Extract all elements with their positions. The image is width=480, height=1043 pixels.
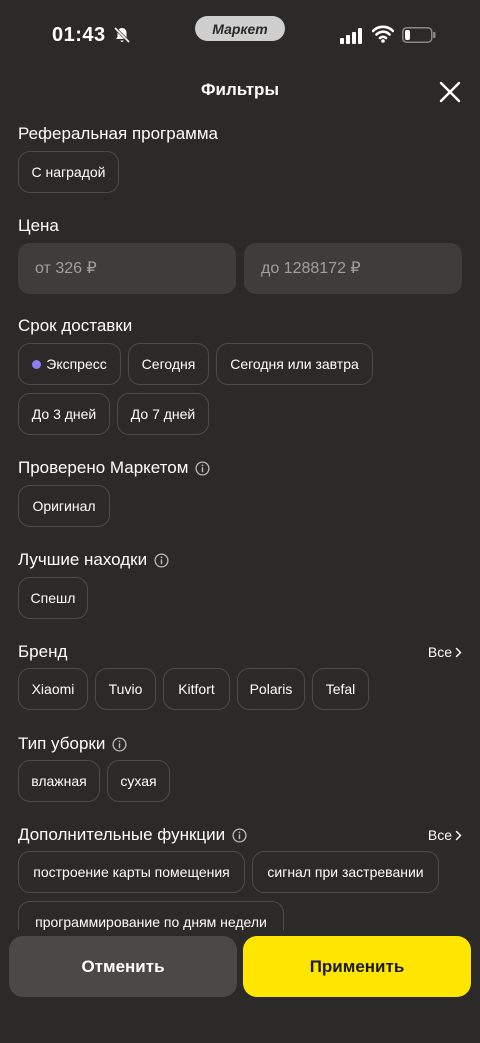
chip-express[interactable]: Экспресс [18, 343, 121, 385]
chip-room-mapping[interactable]: построение карты помещения [18, 851, 245, 893]
cancel-button[interactable]: Отменить [9, 936, 237, 997]
section-title-delivery: Срок доставки [18, 316, 132, 336]
price-to-input[interactable] [244, 243, 462, 294]
section-title-best-finds: Лучшие находки [18, 550, 169, 570]
chip-brand-tuvio[interactable]: Tuvio [95, 668, 156, 710]
chip-up-to-3-days[interactable]: До 3 дней [18, 393, 110, 435]
express-dot-icon [32, 359, 42, 369]
info-icon[interactable] [232, 827, 247, 843]
status-time: 01:43 [52, 24, 106, 46]
section-title-price: Цена [18, 216, 59, 236]
section-title-extra-functions: Дополнительные функции [18, 825, 247, 845]
apply-button[interactable]: Применить [243, 936, 471, 997]
section-title-brand: Бренд [18, 642, 67, 662]
chip-brand-kitfort[interactable]: Kitfort [163, 668, 230, 710]
section-title-verified: Проверено Маркетом [18, 458, 210, 478]
page-title: Фильтры [201, 80, 279, 99]
wifi-icon [372, 25, 394, 43]
chip-today[interactable]: Сегодня [128, 343, 209, 385]
info-icon[interactable] [112, 736, 127, 752]
section-title-cleaning-type-label: Тип уборки [18, 734, 106, 753]
chip-wet-cleaning[interactable]: влажная [18, 760, 100, 802]
chip-brand-polaris[interactable]: Polaris [237, 668, 305, 710]
chip-dry-cleaning[interactable]: сухая [107, 760, 170, 802]
brand-all-link[interactable]: Все [428, 644, 462, 660]
section-title-price-label: Цена [18, 216, 59, 235]
chip-brand-tefal[interactable]: Tefal [312, 668, 369, 710]
chevron-right-icon [455, 647, 462, 657]
chip-original[interactable]: Оригинал [18, 485, 110, 527]
chip-today-or-tomorrow[interactable]: Сегодня или завтра [216, 343, 373, 385]
section-title-extra-functions-label: Дополнительные функции [18, 825, 226, 844]
section-title-referral-label: Реферальная программа [18, 124, 218, 143]
extra-functions-all-label: Все [427, 827, 452, 843]
chevron-right-icon [455, 830, 462, 840]
info-icon[interactable] [154, 552, 169, 568]
section-title-cleaning-type: Тип уборки [18, 734, 127, 754]
section-title-referral: Реферальная программа [18, 124, 218, 144]
battery-icon [402, 27, 436, 43]
section-title-delivery-label: Срок доставки [18, 316, 133, 335]
close-icon[interactable] [436, 78, 464, 106]
section-title-verified-label: Проверено Маркетом [18, 458, 189, 477]
extra-functions-all-link[interactable]: Все [428, 827, 462, 843]
chip-up-to-7-days[interactable]: До 7 дней [117, 393, 209, 435]
chip-stuck-signal[interactable]: сигнал при застревании [252, 851, 439, 893]
status-bar: 01:43 Маркет [0, 0, 480, 64]
chip-brand-xiaomi[interactable]: Xiaomi [18, 668, 88, 710]
section-title-brand-label: Бренд [18, 642, 68, 661]
price-from-input[interactable] [18, 243, 236, 294]
chip-express-label: Экспресс [46, 356, 107, 372]
section-title-best-finds-label: Лучшие находки [18, 550, 148, 569]
chip-special[interactable]: Спешл [18, 577, 88, 619]
bell-muted-icon [113, 26, 131, 44]
info-icon[interactable] [195, 460, 210, 476]
app-pill: Маркет [195, 16, 285, 41]
chip-with-reward[interactable]: С наградой [18, 151, 119, 193]
cellular-signal-icon [340, 28, 362, 44]
brand-all-label: Все [427, 644, 452, 660]
